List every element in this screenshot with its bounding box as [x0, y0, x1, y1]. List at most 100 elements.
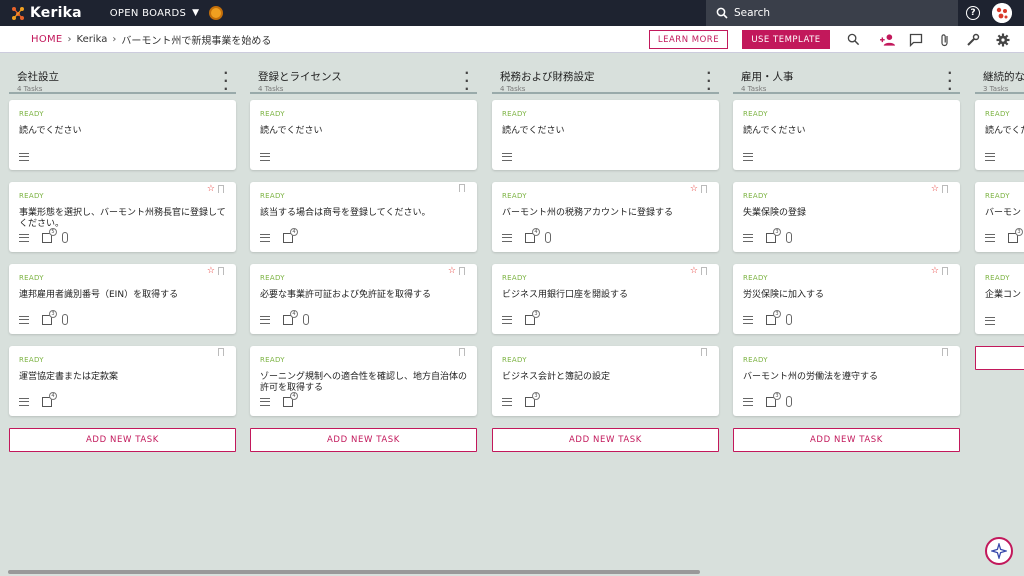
add-person-icon[interactable] — [880, 32, 895, 47]
task-card[interactable]: ☆ READY ビジネス用銀行口座を開設する 3 — [492, 264, 719, 334]
bookmark-icon[interactable] — [459, 267, 465, 275]
column-header[interactable]: 継続的な3 Tasks··· — [975, 54, 1024, 94]
add-new-task-button[interactable]: ADD NEW TASK — [975, 346, 1024, 370]
task-card[interactable]: READY 運営協定書または定款案 4 — [9, 346, 236, 416]
breadcrumb-bar: HOME › Kerika › バーモント州で新規事業を始める LEARN MO… — [0, 26, 1024, 53]
card-title: 必要な事業許可証および免許証を取得する — [260, 290, 432, 300]
task-card[interactable]: READY 読んでください — [492, 100, 719, 170]
task-card[interactable]: READY 読んでください — [9, 100, 236, 170]
checklist-count: 3 — [1015, 228, 1023, 236]
star-icon[interactable]: ☆ — [207, 266, 215, 276]
task-card[interactable]: READY バーモント州の労働法を遵守する 3 — [733, 346, 960, 416]
status-badge: READY — [260, 110, 285, 118]
breadcrumb-home[interactable]: HOME — [31, 34, 63, 45]
search-input[interactable]: Search — [706, 0, 958, 26]
star-icon[interactable]: ☆ — [690, 184, 698, 194]
card-title: 読んでください — [502, 126, 565, 136]
bookmark-icon[interactable] — [701, 267, 707, 275]
column-menu-icon[interactable]: · · · — [464, 67, 469, 95]
description-icon — [985, 234, 995, 242]
card-icons: 5 — [19, 227, 68, 243]
task-card[interactable]: READY 読んでくだ — [975, 100, 1024, 170]
column-header[interactable]: 雇用・人事 4 Tasks · · · — [733, 54, 960, 95]
card-title: ビジネス用銀行口座を開設する — [502, 290, 629, 300]
ai-assistant-button[interactable] — [985, 537, 1013, 565]
column: 会社設立 4 Tasks · · · READY 読んでください ☆ READY 事業形態を選択し… — [9, 54, 236, 452]
learn-more-button[interactable]: LEARN MORE — [649, 30, 728, 49]
attachment-icon[interactable] — [937, 32, 952, 47]
board-search-icon[interactable] — [846, 32, 861, 47]
card-icons: 3 — [19, 309, 68, 325]
wrench-icon[interactable] — [965, 32, 980, 47]
star-icon[interactable]: ☆ — [931, 184, 939, 194]
bookmark-icon[interactable] — [459, 184, 465, 192]
add-new-task-button[interactable]: ADD NEW TASK — [733, 428, 960, 452]
card-title: 労災保険に加入する — [743, 290, 825, 300]
notification-sun-icon[interactable] — [209, 6, 224, 20]
star-icon[interactable]: ☆ — [690, 266, 698, 276]
use-template-button[interactable]: USE TEMPLATE — [742, 30, 830, 49]
description-icon — [502, 153, 512, 161]
description-icon — [743, 153, 753, 161]
column-menu-icon[interactable]: · · · — [947, 67, 952, 95]
card-icons — [502, 153, 525, 161]
card-title: ゾーニング規制への適合性を確認し、地方自治体の許可を取得する — [260, 372, 468, 393]
kerika-logo[interactable]: Kerika — [10, 5, 82, 21]
column-title: 登録とライセンス — [258, 71, 342, 83]
open-boards-label: OPEN BOARDS — [109, 7, 187, 19]
chat-icon[interactable] — [908, 32, 923, 47]
help-icon[interactable]: ? — [966, 6, 980, 20]
task-card[interactable]: READY ビジネス会計と簿記の設定 3 — [492, 346, 719, 416]
task-card[interactable]: READY 読んでください — [733, 100, 960, 170]
task-card[interactable]: ☆ READY 失業保険の登録 3 — [733, 182, 960, 252]
star-icon[interactable]: ☆ — [931, 266, 939, 276]
status-badge: READY — [502, 274, 527, 282]
column-header[interactable]: 税務および財務設定 4 Tasks · · · — [492, 54, 719, 95]
task-card[interactable]: READY 企業コン — [975, 264, 1024, 334]
column-task-count: 3 Tasks — [983, 85, 1009, 93]
open-boards-menu[interactable]: OPEN BOARDS ▼ — [110, 8, 200, 19]
column-menu-icon[interactable]: · · · — [223, 67, 228, 95]
checklist-count: 4 — [532, 227, 540, 236]
task-card[interactable]: READY ゾーニング規制への適合性を確認し、地方自治体の許可を取得する 4 — [250, 346, 477, 416]
card-icons: 4 — [260, 309, 309, 325]
column-header[interactable]: 登録とライセンス 4 Tasks · · · — [250, 54, 477, 95]
task-card[interactable]: ☆ READY 連邦雇用者識別番号（EIN）を取得する 3 — [9, 264, 236, 334]
card-icons: 4 — [260, 228, 303, 243]
bookmark-icon[interactable] — [942, 267, 948, 275]
gear-icon[interactable] — [995, 32, 1010, 47]
task-card[interactable]: READY バーモン 3 — [975, 182, 1024, 252]
checklist-icon: 4 — [283, 392, 298, 407]
add-new-task-button[interactable]: ADD NEW TASK — [492, 428, 719, 452]
task-card[interactable]: READY 該当する場合は商号を登録してください。 4 — [250, 182, 477, 252]
bookmark-icon[interactable] — [942, 348, 948, 356]
task-card[interactable]: READY 読んでください — [250, 100, 477, 170]
description-icon — [502, 316, 512, 324]
bookmark-icon[interactable] — [701, 348, 707, 356]
avatar[interactable] — [992, 3, 1012, 23]
bookmark-icon[interactable] — [459, 348, 465, 356]
column-header[interactable]: 会社設立 4 Tasks · · · — [9, 54, 236, 95]
star-icon[interactable]: ☆ — [448, 266, 456, 276]
column-menu-icon[interactable]: · · · — [706, 67, 711, 95]
bookmark-icon[interactable] — [701, 185, 707, 193]
add-new-task-button[interactable]: ADD NEW TASK — [9, 428, 236, 452]
star-icon[interactable]: ☆ — [207, 184, 215, 194]
bookmark-icon[interactable] — [218, 348, 224, 356]
bookmark-icon[interactable] — [218, 267, 224, 275]
task-card[interactable]: ☆ READY バーモント州の税務アカウントに登録する 4 — [492, 182, 719, 252]
bookmark-icon[interactable] — [218, 185, 224, 193]
add-new-task-button[interactable]: ADD NEW TASK — [250, 428, 477, 452]
task-card[interactable]: ☆ READY 必要な事業許可証および免許証を取得する 4 — [250, 264, 477, 334]
card-icons: 3 — [743, 391, 792, 407]
status-badge: READY — [985, 110, 1010, 118]
task-card[interactable]: ☆ READY 事業形態を選択し、バーモント州務長官に登録してください。 5 — [9, 182, 236, 252]
column: 雇用・人事 4 Tasks · · · READY 読んでください ☆ READY 失業保険の登録… — [733, 54, 960, 452]
bookmark-icon[interactable] — [942, 185, 948, 193]
horizontal-scrollbar[interactable] — [8, 570, 700, 574]
breadcrumb-board: バーモント州で新規事業を始める — [121, 35, 272, 47]
breadcrumb-org[interactable]: Kerika — [77, 34, 108, 45]
task-card[interactable]: ☆ READY 労災保険に加入する 3 — [733, 264, 960, 334]
checklist-count: 4 — [290, 228, 298, 236]
checklist-count: 3 — [532, 310, 540, 318]
